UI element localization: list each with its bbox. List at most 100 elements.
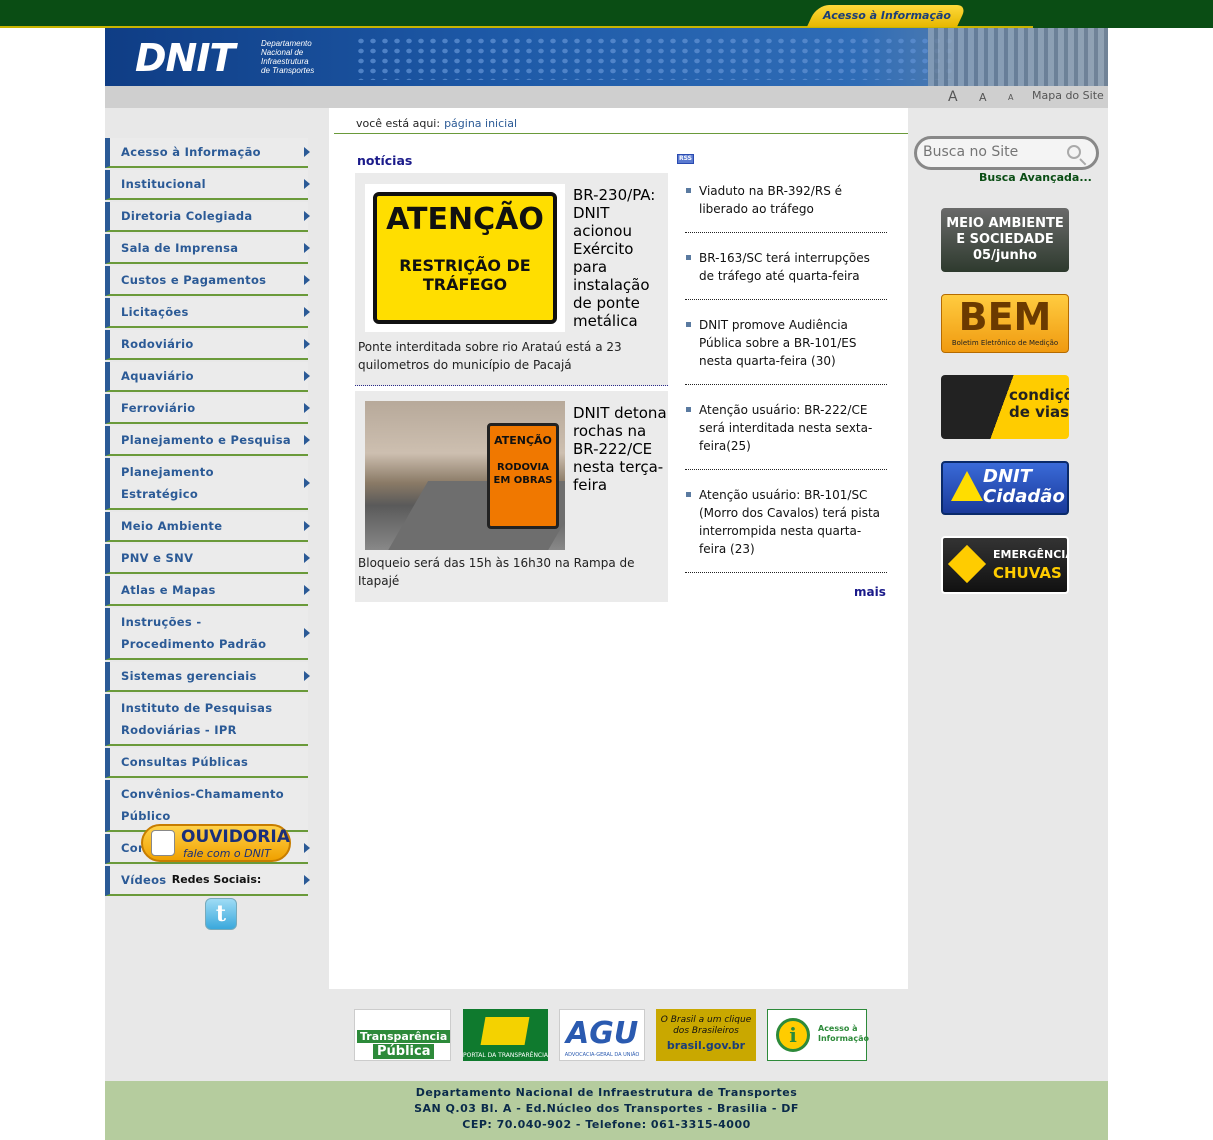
sidebar-item[interactable]: Instituto de Pesquisas Rodoviárias - IPR — [105, 694, 308, 746]
sidebar-item[interactable]: PNV e SNV — [105, 544, 310, 574]
phone-icon — [151, 830, 175, 856]
logo-subtitle: Departamento Nacional de Infraestrutura … — [261, 39, 314, 75]
twitter-icon[interactable]: t — [205, 898, 237, 930]
sidebar-item[interactable]: Sistemas gerenciais — [105, 662, 310, 692]
chevron-right-icon — [304, 553, 310, 563]
chevron-right-icon — [304, 147, 310, 157]
search-input[interactable] — [923, 144, 1063, 160]
news-section-title[interactable]: notícias — [357, 153, 412, 168]
sign-title: ATENÇÃO — [494, 434, 552, 447]
search-icon[interactable] — [1067, 145, 1081, 159]
featured-news-description: Bloqueio será das 15h às 16h30 na Rampa … — [358, 556, 635, 588]
featured-news-headline[interactable]: DNIT detona rochas na BR-222/CE nesta te… — [573, 404, 667, 494]
news-list: Viaduto na BR-392/RS é liberado ao tráfe… — [685, 182, 887, 589]
font-size-medium-button[interactable]: A — [979, 91, 987, 104]
chevron-right-icon — [304, 843, 310, 853]
acesso-informacao-tab[interactable]: Acesso à Informação — [806, 5, 968, 27]
sidebar-item-label: Instruções - Procedimento Padrão — [121, 615, 267, 651]
sidebar-item-label: Consultas Públicas — [121, 755, 249, 769]
breadcrumb-divider — [334, 133, 908, 134]
sidebar-item[interactable]: Licitações — [105, 298, 310, 328]
featured-news-headline[interactable]: BR-230/PA: DNIT acionou Exército para in… — [573, 186, 667, 330]
sidebar-item-label: Ferroviário — [121, 401, 196, 415]
sidebar-item[interactable]: Acesso à Informação — [105, 138, 310, 168]
sidebar-item-label: Sistemas gerenciais — [121, 669, 257, 683]
emergencias-chuvas-banner[interactable]: EMERGÊNCIAS CHUVAS — [941, 536, 1069, 594]
news-list-item[interactable]: DNIT promove Audiência Pública sobre a B… — [685, 316, 887, 385]
font-size-large-button[interactable]: A — [948, 89, 958, 105]
social-networks-label: Redes Sociais: — [171, 873, 262, 886]
site-footer: Departamento Nacional de Infraestrutura … — [105, 1081, 1108, 1140]
transparencia-publica-logo[interactable]: Transparência Pública — [354, 1009, 451, 1061]
chevron-right-icon — [304, 478, 310, 488]
sidebar-item-label: Aquaviário — [121, 369, 194, 383]
font-size-small-button[interactable]: A — [1008, 93, 1013, 102]
sidebar-item-label: Licitações — [121, 305, 189, 319]
sidebar-item-label: Convênios-Chamamento Público — [121, 787, 284, 823]
logo-text: AGU — [566, 1016, 639, 1051]
sidebar-item[interactable]: Planejamento e Pesquisa — [105, 426, 310, 456]
sidebar-item[interactable]: Aquaviário — [105, 362, 310, 392]
dnit-cidadao-banner[interactable]: DNIT Cidadão — [941, 461, 1069, 515]
sidebar-item-label: PNV e SNV — [121, 551, 194, 565]
site-map-link[interactable]: Mapa do Site — [1032, 89, 1104, 102]
meio-ambiente-banner[interactable]: MEIO AMBIENTE E SOCIEDADE 05/junho — [941, 208, 1069, 272]
sidebar-item[interactable]: Atlas e Mapas — [105, 576, 310, 606]
sign-title: ATENÇÃO — [386, 202, 544, 237]
bem-banner[interactable]: BEM Boletim Eletrônico de Medição — [941, 294, 1069, 353]
sidebar-item-label: Meio Ambiente — [121, 519, 223, 533]
portal-transparencia-logo[interactable]: PORTAL DA TRANSPARÊNCIA — [463, 1009, 548, 1061]
sidebar-item-label: Diretoria Colegiada — [121, 209, 253, 223]
news-image[interactable]: ATENÇÃO RESTRIÇÃO DE TRÁFEGO — [365, 184, 565, 332]
sidebar-item[interactable]: Custos e Pagamentos — [105, 266, 310, 296]
sidebar-item[interactable]: Diretoria Colegiada — [105, 202, 310, 232]
news-list-item[interactable]: BR-163/SC terá interrupções de tráfego a… — [685, 249, 887, 300]
sidebar-item-label: Instituto de Pesquisas Rodoviárias - IPR — [121, 701, 273, 737]
brasil-gov-logo[interactable]: O Brasil a um clique dos Brasileiros bra… — [656, 1009, 756, 1061]
sidebar-item-label: Atlas e Mapas — [121, 583, 216, 597]
logo-subtext: ADVOCACIA-GERAL DA UNIÃO — [564, 1052, 640, 1058]
ouvidoria-button[interactable]: OUVIDORIA fale com o DNIT — [141, 824, 291, 862]
chevron-right-icon — [304, 243, 310, 253]
logo-text: PORTAL DA TRANSPARÊNCIA — [463, 1052, 548, 1059]
news-list-item[interactable]: Viaduto na BR-392/RS é liberado ao tráfe… — [685, 182, 887, 233]
header-building-image — [928, 28, 1108, 86]
sidebar-item[interactable]: Instruções - Procedimento Padrão — [105, 608, 310, 660]
sidebar-item[interactable]: Rodoviário — [105, 330, 310, 360]
sidebar-item[interactable]: Meio Ambiente — [105, 512, 310, 542]
chevron-right-icon — [304, 275, 310, 285]
news-list-item[interactable]: Atenção usuário: BR-222/CE será interdit… — [685, 401, 887, 470]
advanced-search-link[interactable]: Busca Avançada... — [979, 171, 1092, 184]
chevron-right-icon — [304, 435, 310, 445]
site-search — [914, 136, 1099, 170]
sidebar-item[interactable]: Planejamento Estratégico — [105, 458, 310, 510]
logo-subtitle-line: de Transportes — [261, 66, 315, 75]
sidebar-item[interactable]: Institucional — [105, 170, 310, 200]
news-list-item[interactable]: Atenção usuário: BR-101/SC (Morro dos Ca… — [685, 486, 887, 573]
acesso-informacao-logo[interactable]: i Acesso à Informação — [767, 1009, 869, 1061]
chevron-right-icon — [304, 179, 310, 189]
pedestrian-sign-icon — [951, 471, 983, 501]
banner-text: condições de vias — [1009, 386, 1069, 421]
chevron-right-icon — [304, 403, 310, 413]
roadwork-sign-image: ATENÇÃO RODOVIA EM OBRAS — [487, 423, 559, 529]
sidebar-item-label: Custos e Pagamentos — [121, 273, 267, 287]
sidebar-item[interactable]: Ferroviário — [105, 394, 310, 424]
sidebar-item-label: Planejamento e Pesquisa — [121, 433, 291, 447]
banner-text: EMERGÊNCIAS — [993, 548, 1067, 561]
breadcrumb-home-link[interactable]: página inicial — [444, 117, 517, 130]
sidebar-item[interactable]: Sala de Imprensa — [105, 234, 310, 264]
agu-logo[interactable]: AGU ADVOCACIA-GERAL DA UNIÃO — [559, 1009, 645, 1061]
chevron-right-icon — [304, 628, 310, 638]
more-news-link[interactable]: mais — [854, 585, 886, 599]
condicoes-vias-banner[interactable]: condições de vias — [941, 375, 1069, 439]
rss-icon[interactable]: RSS — [677, 154, 694, 164]
banner-text: DNIT Cidadão — [983, 466, 1065, 507]
sidebar-item[interactable]: Consultas Públicas — [105, 748, 308, 778]
breadcrumb: você está aqui: página inicial — [356, 117, 517, 130]
news-image[interactable]: ATENÇÃO RODOVIA EM OBRAS — [365, 401, 565, 550]
ouvidoria-title: OUVIDORIA — [181, 827, 290, 847]
header-pattern — [355, 36, 955, 80]
dnit-logo[interactable]: DNIT — [135, 36, 235, 80]
logo-subtitle-line: Nacional de — [261, 48, 304, 57]
